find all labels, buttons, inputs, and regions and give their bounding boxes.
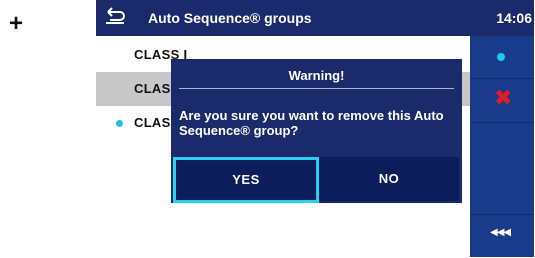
dialog-title: Warning! (288, 68, 345, 83)
dialog-message: Are you sure you want to remove this Aut… (179, 108, 444, 138)
sidebar-empty-slot (470, 122, 534, 212)
back-icon[interactable] (104, 7, 126, 25)
dialog-divider (179, 88, 454, 89)
back-button[interactable]: ◀◀◀ (470, 214, 534, 258)
sidebar: ✖ ◀◀◀ (470, 36, 534, 257)
clock: 14:06 (496, 10, 532, 26)
header-bar: Auto Sequence® groups 14:06 (96, 0, 534, 36)
no-button[interactable]: NO (319, 157, 459, 201)
select-button[interactable] (470, 36, 534, 79)
active-dot-icon (116, 120, 123, 127)
back-arrows-icon: ◀◀◀ (490, 227, 511, 238)
select-dot-icon (497, 53, 505, 61)
warning-dialog: Warning! Are you sure you want to remove… (171, 59, 462, 203)
device-screen: Auto Sequence® groups 14:06 CLASS I CLAS… (96, 0, 534, 257)
delete-x-icon: ✖ (494, 85, 513, 110)
yes-button[interactable]: YES (173, 157, 319, 203)
page-title: Auto Sequence® groups (148, 10, 312, 26)
delete-button[interactable]: ✖ (470, 78, 534, 123)
plus-icon: + (8, 10, 23, 37)
